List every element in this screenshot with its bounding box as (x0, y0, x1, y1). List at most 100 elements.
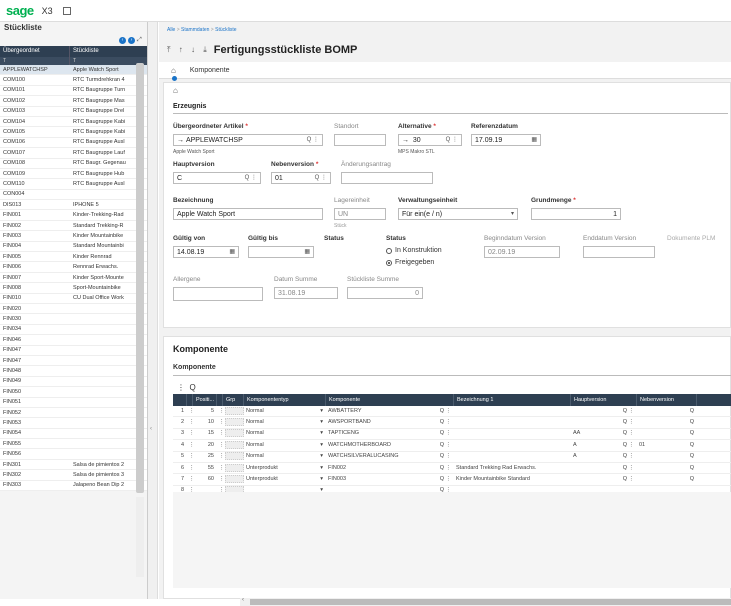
list-item[interactable]: FIN056 (0, 449, 147, 460)
table-row[interactable]: 3 ⋮ 15 ⋮ Normal ▾ TAPTICENG Q ⋮ AA Q ⋮ Q (173, 428, 731, 441)
list-item[interactable]: APPLEWATCHSP Apple Watch Sport (0, 65, 147, 76)
list-item[interactable]: FIN055 (0, 439, 147, 450)
grid-col-header[interactable]: Komponente (326, 394, 454, 406)
cell-subver[interactable]: Q (637, 406, 697, 417)
list-item[interactable]: FIN053 (0, 418, 147, 429)
cell-position[interactable]: 15 (193, 428, 217, 439)
list-item[interactable]: FIN051 (0, 398, 147, 408)
list-item[interactable]: COM101 RTC Baugruppe Turn (0, 86, 147, 97)
site-field[interactable] (334, 134, 386, 146)
cell-type[interactable]: Normal ▾ (244, 428, 326, 439)
cell-group[interactable] (225, 429, 244, 438)
collapse-arrow-icon[interactable]: ‹ (150, 426, 152, 432)
cell-type[interactable]: Unterprodukt ▾ (244, 463, 326, 474)
cell-component[interactable]: FIN002 Q ⋮ (326, 463, 454, 474)
cell-type[interactable]: Unterprodukt ▾ (244, 474, 326, 485)
grid-col-header[interactable]: Bezeichnung 1 (454, 394, 571, 406)
list-item[interactable]: FIN048 (0, 366, 147, 377)
radio-released[interactable]: Freigegeben (386, 259, 434, 266)
list-item[interactable]: COM102 RTC Baugruppe Mas (0, 96, 147, 107)
h-scrollbar[interactable] (250, 599, 731, 605)
admunit-select[interactable]: Für ein(e / n) ▾ (398, 208, 518, 220)
cell-subver[interactable]: Q (637, 417, 697, 428)
list-item[interactable]: COM108 RTC Baugr. Gegenau (0, 159, 147, 169)
tab-komponente[interactable]: Komponente (190, 67, 230, 74)
grid-col-header[interactable]: Nebenversion (637, 394, 697, 406)
table-row[interactable]: 7 ⋮ 60 ⋮ Unterprodukt ▾ FIN003 Q ⋮ Kinder Mounta… (173, 474, 731, 486)
cell-type[interactable]: Normal ▾ (244, 440, 326, 451)
grid-col-header[interactable] (173, 394, 187, 406)
list-item[interactable]: FIN046 (0, 335, 147, 346)
col-bom[interactable]: Stückliste (70, 46, 136, 57)
list-item[interactable]: FIN301 Salsa de pimientos 2 (0, 460, 147, 471)
grid-col-header[interactable]: Grp (223, 394, 244, 406)
list-item[interactable]: FIN050 (0, 387, 147, 398)
list-item[interactable]: COM107 RTC Baugruppe Lauf (0, 148, 147, 159)
basequant-field[interactable]: 1 (531, 208, 621, 220)
list-item[interactable]: DIS013 IPHONE 5 (0, 200, 147, 211)
list-item[interactable]: FIN302 Salsa de pimientos 3 (0, 470, 147, 481)
cell-mainver[interactable]: Q ⋮ (571, 417, 637, 428)
desc-field[interactable]: Apple Watch Sport (173, 208, 323, 220)
cell-position[interactable]: 60 (193, 474, 217, 485)
list-item[interactable]: COM110 RTC Baugruppe Ausl (0, 179, 147, 190)
cell-mainver[interactable]: AA Q ⋮ (571, 428, 637, 439)
list-item[interactable]: FIN008 Sport-Mountainbike (0, 283, 147, 294)
cell-position[interactable]: 25 (193, 451, 217, 462)
cell-desc[interactable] (454, 451, 571, 462)
panel-splitter[interactable] (148, 22, 158, 599)
cell-position[interactable]: 10 (193, 417, 217, 428)
cell-position[interactable]: 20 (193, 440, 217, 451)
calendar-icon[interactable] (62, 6, 71, 15)
list-item[interactable]: FIN047 (0, 346, 147, 356)
cell-desc[interactable]: Standard Trekking Rad Erwachs. (454, 463, 571, 474)
cell-component[interactable]: AWSPORTBAND Q ⋮ (326, 417, 454, 428)
cell-group[interactable] (225, 463, 244, 472)
cell-group[interactable] (225, 440, 244, 449)
list-item[interactable]: FIN004 Standard Mountainbi (0, 242, 147, 253)
list-item[interactable]: COM104 RTC Baugruppe Kabi (0, 117, 147, 128)
list-item[interactable]: FIN010 CU Dual Office Work (0, 294, 147, 304)
cell-mainver[interactable]: Q ⋮ (571, 474, 637, 485)
crumb-leaf[interactable]: Stückliste (215, 27, 236, 33)
cell-desc[interactable] (454, 440, 571, 451)
radio-circle[interactable] (386, 259, 392, 266)
cell-position[interactable]: 55 (193, 463, 217, 474)
cell-mainver[interactable]: AQ ⋮ (571, 451, 637, 462)
cell-group[interactable] (225, 418, 244, 427)
cell-subver[interactable]: 01 Q (637, 440, 697, 451)
alt-field[interactable]: → 30 Q ⋮ (398, 134, 462, 146)
filter-icon[interactable]: T (0, 57, 70, 65)
cell-type[interactable]: Normal ▾ (244, 406, 326, 417)
refdate-field[interactable]: 17.09.19 ▦ (471, 134, 541, 146)
record-nav-icons[interactable]: ⤒ ↑ ↓ ⤓ (167, 45, 210, 55)
home-icon[interactable]: ⌂ (171, 66, 176, 75)
cell-mainver[interactable]: Q ⋮ (571, 463, 637, 474)
list-item[interactable]: CON004 (0, 190, 147, 201)
mainver-field[interactable]: CQ ⋮ (173, 172, 261, 184)
filter-icon[interactable]: T (70, 57, 136, 65)
expand-icon[interactable]: ⤢ (137, 37, 144, 44)
list-item[interactable]: COM105 RTC Baugruppe Kabi (0, 127, 147, 138)
list-item[interactable]: COM100 RTC Turmdrehkran 4 (0, 75, 147, 86)
grid-col-header[interactable]: Positi... (193, 394, 217, 406)
grid-col-header[interactable]: Komponententyp (244, 394, 326, 406)
cell-desc[interactable] (454, 428, 571, 439)
col-parent[interactable]: Übergeordnet (0, 46, 70, 57)
cell-type[interactable]: Normal ▾ (244, 451, 326, 462)
more-icon[interactable]: ⋮ (177, 383, 185, 392)
cell-desc[interactable]: Kinder Mountainbike Standard (454, 474, 571, 485)
cell-group[interactable] (225, 452, 244, 461)
cell-component[interactable]: WATCHSILVERALUCASING Q ⋮ (326, 451, 454, 462)
allergen-field[interactable] (173, 287, 263, 301)
list-item[interactable]: FIN003 Kinder Mountainbike (0, 231, 147, 242)
validfrom-field[interactable]: 14.08.19 ▦ (173, 246, 239, 258)
list-item[interactable]: FIN001 Kinder-Trekking-Rad (0, 210, 147, 221)
list-item[interactable]: FIN054 (0, 429, 147, 440)
list-item[interactable]: FIN047 (0, 356, 147, 367)
cell-subver[interactable]: Q (637, 463, 697, 474)
cell-desc[interactable] (454, 417, 571, 428)
table-row[interactable]: 1 ⋮ 5 ⋮ Normal ▾ AWBATTERY Q ⋮ Q ⋮ Q (173, 406, 731, 418)
cell-subver[interactable]: Q (637, 428, 697, 439)
cell-mainver[interactable]: Q ⋮ (571, 406, 637, 417)
